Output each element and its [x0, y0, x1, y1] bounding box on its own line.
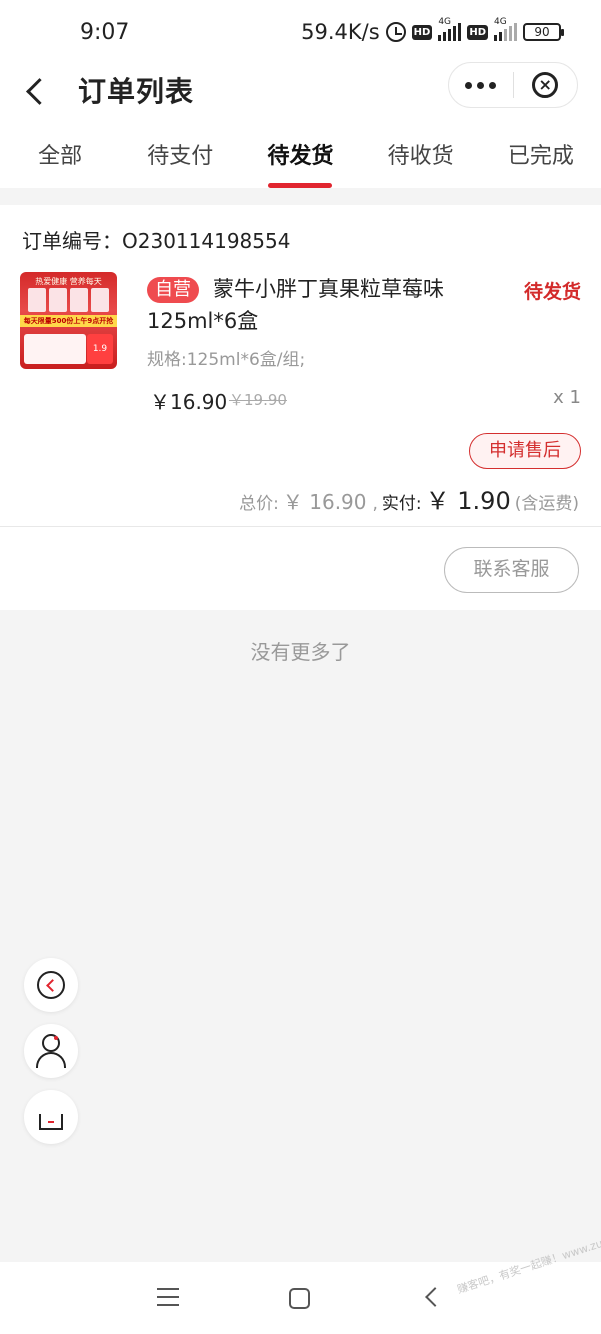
order-number-value: O230114198554 [122, 229, 291, 253]
order-number: 订单编号：O230114198554 [22, 225, 290, 254]
product-quantity: x 1 [553, 387, 581, 408]
page-header: 订单列表 × [0, 62, 601, 122]
totals-separator: , [372, 494, 378, 514]
status-icons: 59.4K/s HD 4G HD 4G 90 [301, 17, 564, 44]
tab-pending-payment[interactable]: 待支付 [120, 122, 240, 188]
card-divider [0, 526, 601, 527]
back-circle-icon[interactable] [24, 958, 78, 1012]
paid-label: 实付: [381, 494, 422, 514]
back-triangle-icon[interactable] [425, 1287, 445, 1307]
product-price: ￥16.90 [150, 390, 228, 414]
home-icon[interactable] [24, 1090, 78, 1144]
page-title: 订单列表 [78, 75, 195, 108]
status-time: 9:07 [80, 20, 130, 45]
square-home-icon[interactable] [289, 1288, 310, 1309]
paid-value: ￥ 1.90 [425, 487, 511, 515]
original-price: ￥19.90 [229, 391, 287, 409]
no-more-text: 没有更多了 [250, 640, 351, 664]
tab-completed[interactable]: 已完成 [481, 122, 601, 188]
apply-aftersale-button[interactable]: 申请售后 [469, 433, 581, 469]
tab-pending-shipment[interactable]: 待发货 [240, 122, 360, 188]
chevron-left-icon[interactable] [20, 72, 60, 112]
signal-icon-2: 4G [494, 17, 517, 41]
order-tabs: 全部 待支付 待发货 待收货 已完成 [0, 122, 601, 188]
self-operated-badge: 自营 [147, 277, 199, 303]
total-value: ￥ 16.90 [282, 490, 367, 514]
close-circle-icon[interactable]: × [514, 62, 578, 108]
watermark: 赚客吧，有奖一起赚！www.zuanke8.com [455, 1218, 601, 1297]
hd-badge-2: HD [467, 24, 488, 40]
order-number-label: 订单编号： [22, 229, 122, 253]
hd-badge: HD [411, 24, 433, 40]
more-dots-icon[interactable] [449, 62, 513, 108]
order-card[interactable]: 订单编号：O230114198554 热爱健康 营养每天 每天限量500份上午9… [0, 205, 601, 610]
alarm-icon [385, 22, 406, 42]
signal-icon: 4G [438, 17, 462, 41]
system-nav-bar: 赚客吧，有奖一起赚！www.zuanke8.com [0, 1218, 601, 1334]
order-totals: 总价: ￥ 16.90 , 实付: ￥ 1.90 (含运费) [239, 481, 579, 516]
product-spec: 规格:125ml*6盒/组; [147, 350, 306, 370]
net-speed: 59.4K/s [301, 20, 380, 44]
tab-pending-receipt[interactable]: 待收货 [361, 122, 481, 188]
shipping-note: (含运费) [514, 494, 579, 514]
menu-icon[interactable] [157, 1288, 179, 1306]
product-thumbnail[interactable]: 热爱健康 营养每天 每天限量500份上午9点开抢 1.9 [20, 272, 117, 369]
tab-all[interactable]: 全部 [0, 122, 120, 188]
user-icon[interactable] [24, 1024, 78, 1078]
order-status: 待发货 [523, 281, 581, 303]
mini-program-capsule: × [448, 62, 578, 108]
battery-icon: 90 [523, 23, 564, 41]
total-label: 总价: [239, 494, 279, 514]
contact-service-button[interactable]: 联系客服 [444, 547, 579, 593]
status-bar: 9:07 59.4K/s HD 4G HD 4G 90 [0, 0, 601, 62]
product-name[interactable]: 蒙牛小胖丁真果粒草莓味125ml*6盒 [147, 273, 487, 337]
